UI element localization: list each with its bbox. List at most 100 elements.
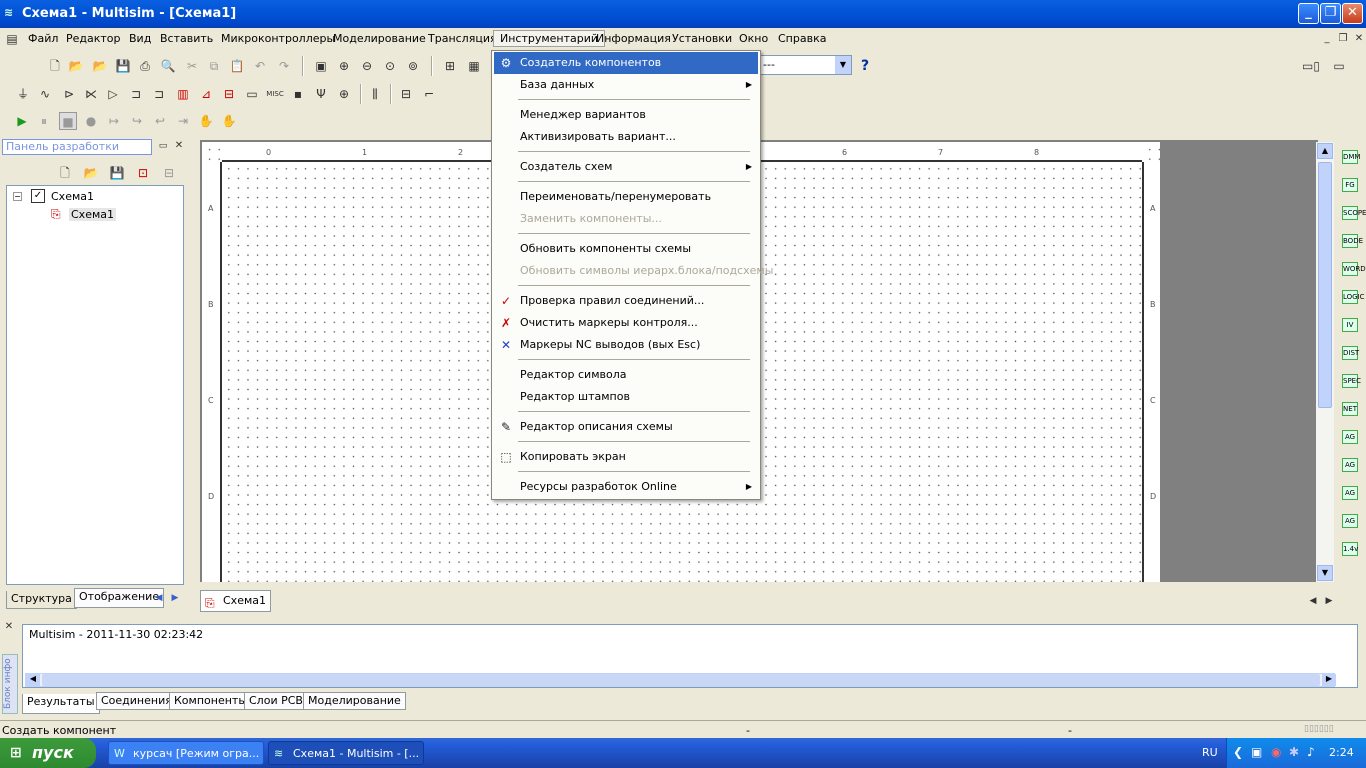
in-use-list-dropdown[interactable]: --- ▼ [760,55,852,75]
instrument-button[interactable]: WORD [1342,262,1366,276]
document-icon[interactable]: ▤ [3,30,21,48]
instrument-button[interactable]: AG [1342,514,1358,528]
run-icon[interactable]: ▶ [13,112,31,130]
menu-simulate[interactable]: Моделирование [333,32,426,45]
diode-icon[interactable]: ⊳ [60,85,78,103]
peripheral-icon[interactable]: ▪ [289,85,307,103]
doc-tab-schematic[interactable]: ⎘ Схема1 [200,590,271,612]
scroll-up-icon[interactable]: ▲ [1317,143,1333,159]
tab-scroll-left-icon[interactable]: ◀ [1306,594,1320,608]
copy-icon[interactable]: ⧉ [205,57,223,75]
indicator-icon[interactable]: ▭ [243,85,261,103]
tools-menu-item[interactable]: Менеджер вариантов [494,104,758,126]
menu-view[interactable]: Вид [129,32,151,45]
tools-menu-item[interactable]: Редактор штампов [494,386,758,408]
tools-menu-item[interactable]: Активизировать вариант... [494,126,758,148]
instrument-button[interactable]: FG [1342,178,1358,192]
misc-icon[interactable]: MISC [266,85,284,103]
open-design-icon[interactable]: 📂 [82,164,100,182]
new-design-icon[interactable]: 🗋 [56,164,74,182]
instrument-button[interactable]: SCOPE [1342,206,1366,220]
save-design-icon[interactable]: 💾 [108,164,126,182]
hand-icon[interactable]: ✋ [197,112,215,130]
open-icon[interactable]: 📂 [67,57,85,75]
instrument-button[interactable]: SPEC [1342,374,1361,388]
tree-collapse-icon[interactable]: − [13,192,22,201]
zoom-fit-icon[interactable]: ⊚ [404,57,422,75]
status-resize-grip[interactable]: ▯▯▯▯▯▯ [1304,724,1334,734]
instrument-button[interactable]: IV [1342,318,1358,332]
scroll-thumb[interactable] [42,674,1320,686]
source-icon[interactable]: ⏚ [14,85,32,103]
misc-digital-icon[interactable]: ⊿ [197,85,215,103]
antivirus-icon[interactable]: ◉ [1271,745,1281,759]
vertical-scrollbar[interactable]: ▲ ▼ [1316,142,1334,582]
maximize-button[interactable]: ❐ [1320,3,1341,24]
tab-hierarchy[interactable]: Структура [6,591,77,609]
menu-help[interactable]: Справка [778,32,826,45]
menu-edit[interactable]: Редактор [66,32,121,45]
tab-scroll-left-icon[interactable]: ◀ [152,591,166,605]
tree-root-item[interactable]: Схема1 [51,190,94,203]
place-hierarchical-icon[interactable]: ⫼ [366,85,384,103]
zoom-area-icon[interactable]: ⊙ [381,57,399,75]
bluetooth-icon[interactable]: ✱ [1289,745,1299,759]
tools-menu-item[interactable]: База данных ▶ [494,74,758,96]
breadboard-icon[interactable]: ▭▯ [1296,57,1326,75]
stop-icon[interactable]: ■ [59,112,77,130]
basic-icon[interactable]: ∿ [36,85,54,103]
checkbox-icon[interactable]: ✓ [31,189,45,203]
print-icon[interactable]: ⎙ [136,57,154,75]
chevron-down-icon[interactable]: ▼ [835,56,851,74]
tools-menu-item[interactable]: ⚙ Создатель компонентов [494,52,758,74]
wire-icon[interactable]: ⌐ [420,85,438,103]
cmos-icon[interactable]: ⊐ [150,85,168,103]
tab-scroll-right-icon[interactable]: ▶ [168,591,182,605]
menu-insert[interactable]: Вставить [160,32,213,45]
print-preview-icon[interactable]: 🔍 [159,57,177,75]
menu-window[interactable]: Окно [739,32,768,45]
task-multisim[interactable]: ≋ Схема1 - Multisim - [... [268,741,424,765]
tray-expand-icon[interactable]: ❮ [1233,745,1243,759]
cut-icon[interactable]: ✂ [183,57,201,75]
help-icon[interactable]: ? [856,57,874,75]
menu-file[interactable]: Файл [28,32,58,45]
tools-menu-item[interactable]: ⬚ Копировать экран [494,446,758,468]
pause-icon[interactable]: ⏸ [35,112,53,130]
menu-options[interactable]: Установки [672,32,732,45]
horizontal-scrollbar[interactable]: ◀ ▶ [25,673,1336,687]
tools-menu-item[interactable]: Ресурсы разработок Online ▶ [494,476,758,498]
run-to-cursor-icon[interactable]: ⇥ [174,112,192,130]
tab-nets[interactable]: Соединения [96,692,177,710]
hierarchy-icon[interactable]: ⊞ [441,57,459,75]
tools-menu-item[interactable]: Создатель схем ▶ [494,156,758,178]
volume-icon[interactable]: ♪ [1307,745,1315,759]
instrument-button[interactable]: AG [1342,458,1358,472]
paste-icon[interactable]: 📋 [228,57,246,75]
instrument-button[interactable]: DMM [1342,150,1360,164]
menu-mcu[interactable]: Микроконтроллеры [221,32,335,45]
tab-simulation[interactable]: Моделирование [303,692,406,710]
menu-tools[interactable]: Инструментарий [493,30,606,47]
mcu-icon[interactable]: ▥ [174,85,192,103]
tools-menu-item[interactable]: Обновить компоненты схемы [494,238,758,260]
zoom-in-icon[interactable]: ⊕ [335,57,353,75]
tools-menu-item[interactable]: ✗ Очистить маркеры контроля... [494,312,758,334]
transistor-icon[interactable]: ⋉ [82,85,100,103]
multisim-app-icon[interactable]: ≋ [4,6,18,20]
panel-toggle-icon[interactable]: ▭ [1330,57,1348,75]
analog-icon[interactable]: ▷ [104,85,122,103]
new-icon[interactable]: 🗋 [46,57,64,75]
electromech-icon[interactable]: ⊕ [335,85,353,103]
undo-icon[interactable]: ↶ [251,57,269,75]
step-out-icon[interactable]: ↩ [151,112,169,130]
close-design-icon[interactable]: ⊡ [134,164,152,182]
panel-pin-icon[interactable]: ▭ [156,139,170,153]
panel-close-icon[interactable]: ✕ [172,139,186,153]
instrument-button[interactable]: NET [1342,402,1358,416]
instrument-button[interactable]: AG [1342,430,1358,444]
spreadsheet-close-icon[interactable]: ✕ [2,620,16,634]
open-sample-icon[interactable]: 📂 [91,57,109,75]
tab-results[interactable]: Результаты [22,694,100,714]
menu-reports[interactable]: Информация [596,32,671,45]
